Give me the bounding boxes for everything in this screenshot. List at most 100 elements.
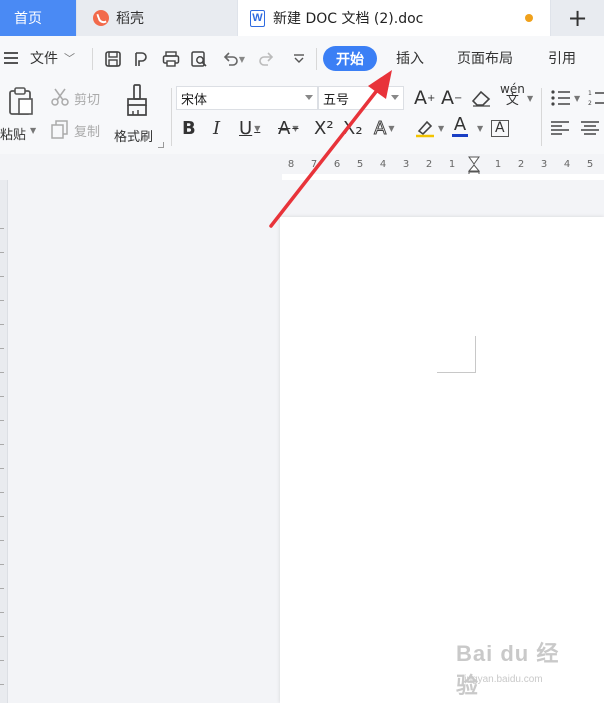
font-color-button[interactable]: A	[452, 116, 468, 140]
baidu-jingyan-watermark: Bai du 经验 jingyan.baidu.com	[456, 632, 574, 698]
ruler-tick	[0, 420, 4, 421]
underline-button[interactable]: U ▼	[239, 116, 260, 140]
strikethrough-button[interactable]: A ▼	[278, 116, 298, 140]
ruler-text-area	[282, 174, 604, 180]
ruler-number: 8	[287, 159, 295, 170]
shrink-font-button[interactable]: A −	[441, 86, 462, 110]
undo-button[interactable]: ▼	[218, 48, 248, 70]
export-pdf-icon[interactable]	[130, 48, 152, 70]
highlight-button[interactable]: ▼	[414, 116, 444, 140]
cut-button[interactable]: 剪切	[50, 86, 108, 108]
margin-corner-mark	[437, 372, 475, 373]
unsaved-indicator-icon	[525, 14, 533, 22]
ribbon-tab-insert[interactable]: 插入	[396, 36, 424, 80]
ruler-number: 3	[402, 159, 410, 170]
bullet-list-button[interactable]: ▼	[550, 86, 580, 110]
numbered-list-icon: 12	[588, 90, 604, 107]
eraser-icon	[471, 90, 491, 107]
watermark-sub-text: jingyan.baidu.com	[462, 674, 543, 685]
strikethrough-icon: A	[278, 117, 291, 139]
chevron-down-icon: ▼	[292, 123, 299, 133]
svg-text:2: 2	[588, 100, 592, 107]
clear-format-button[interactable]	[470, 86, 492, 110]
chevron-down-icon: ▼	[388, 123, 395, 133]
scissors-icon	[51, 88, 69, 106]
paintbrush-icon	[127, 84, 147, 116]
file-menu-button[interactable]: 文件 ﹀	[30, 36, 75, 80]
tab-daoke-label: 稻壳	[116, 11, 144, 27]
align-left-button[interactable]	[550, 116, 570, 140]
character-border-button[interactable]: A	[491, 116, 509, 140]
font-name-select[interactable]: 宋体	[176, 86, 318, 110]
numbered-list-button[interactable]: 12	[588, 86, 604, 110]
ribbon-tab-references[interactable]: 引用	[548, 36, 576, 80]
divider	[171, 88, 172, 146]
new-tab-button[interactable]: +	[551, 0, 604, 36]
superscript-button[interactable]: X²	[314, 116, 334, 140]
ribbon-tab-start-label: 开始	[336, 51, 364, 68]
ruler-tick	[0, 612, 4, 613]
tab-home-label: 首页	[14, 11, 42, 27]
ruler-number: 1	[494, 159, 502, 170]
watermark-main-text: Bai du 经验	[456, 641, 560, 698]
tab-home[interactable]: 首页	[0, 0, 76, 36]
ruler-tick	[0, 516, 4, 517]
hamburger-menu-icon[interactable]	[4, 36, 22, 80]
bullet-list-icon	[551, 90, 570, 106]
save-icon[interactable]	[102, 48, 124, 70]
document-page[interactable]	[280, 217, 604, 703]
redo-icon[interactable]	[256, 48, 278, 70]
ruler-number: 5	[356, 159, 364, 170]
ruler-tick	[0, 540, 4, 541]
ruler-number: 4	[379, 159, 387, 170]
ruler-tick	[0, 564, 4, 565]
tab-daoke[interactable]: 稻壳	[77, 0, 237, 36]
vertical-ruler[interactable]	[0, 180, 8, 703]
ruler-tick	[0, 444, 4, 445]
ruler-number: 2	[517, 159, 525, 170]
grow-font-button[interactable]: A +	[414, 86, 435, 110]
underline-icon: U	[239, 117, 253, 139]
ruler-tick	[0, 660, 4, 661]
tab-document[interactable]: W 新建 DOC 文档 (2).doc	[238, 0, 550, 36]
chevron-down-icon[interactable]: ▼	[527, 94, 533, 103]
copy-button[interactable]: 复制	[50, 118, 108, 140]
italic-button[interactable]: I	[213, 116, 220, 140]
bold-icon: B	[182, 117, 196, 139]
text-effect-icon: A	[373, 117, 387, 139]
chevron-down-icon[interactable]: ▼	[477, 124, 483, 133]
ribbon-tab-page-layout-label: 页面布局	[457, 51, 513, 67]
print-icon[interactable]	[160, 48, 182, 70]
ruler-tick	[0, 300, 4, 301]
chevron-down-icon: ▼	[438, 123, 445, 133]
ribbon-tab-page-layout[interactable]: 页面布局	[457, 36, 513, 80]
divider	[316, 48, 317, 70]
phonetic-guide-icon: 文	[505, 93, 519, 108]
clipboard-group-launcher-icon[interactable]	[158, 142, 164, 148]
font-size-select[interactable]: 五号	[318, 86, 404, 110]
customize-toolbar-icon[interactable]	[288, 48, 310, 70]
ruler-tick	[0, 636, 4, 637]
ruler-number: 1	[448, 159, 456, 170]
ribbon-tab-start[interactable]: 开始	[323, 46, 377, 71]
print-preview-icon[interactable]	[188, 48, 210, 70]
ruler-number: 3	[540, 159, 548, 170]
subscript-button[interactable]: X₂	[343, 116, 363, 140]
paste-dropdown-icon[interactable]: ▼	[30, 126, 36, 135]
align-center-button[interactable]	[580, 116, 600, 140]
svg-text:1: 1	[588, 90, 592, 97]
phonetic-guide-button[interactable]: wén 文	[500, 83, 525, 108]
ribbon-tab-references-label: 引用	[548, 51, 576, 67]
text-effect-button[interactable]: A ▼	[373, 116, 395, 140]
font-size-value: 五号	[323, 92, 350, 108]
paste-label: 粘贴	[0, 128, 27, 143]
ruler-tick	[0, 588, 4, 589]
chevron-down-icon	[305, 95, 313, 100]
ruler-number: 4	[563, 159, 571, 170]
font-color-icon: A	[453, 114, 467, 135]
paste-button[interactable]: 粘贴 ▼	[0, 84, 42, 146]
format-painter-button[interactable]: 格式刷	[112, 84, 164, 146]
menu-bar: 文件 ﹀ ▼ 开始 插入 页面布局 引用	[0, 36, 604, 80]
bold-button[interactable]: B	[182, 116, 196, 140]
ruler-tick	[0, 396, 4, 397]
